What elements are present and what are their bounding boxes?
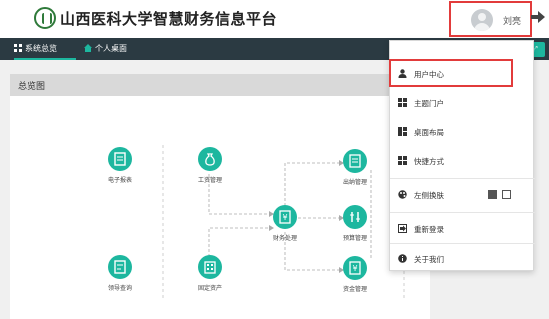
budget-icon [350,212,360,222]
tab-label: 系统总览 [25,44,57,53]
menu-item-desktop-layout[interactable]: 桌面布局 [390,118,535,146]
tab-system-overview[interactable]: 系统总览 [14,38,76,60]
node-label: 预算管理 [342,235,367,242]
node-leader-query[interactable]: 领导查询 [90,255,150,292]
node-label: 电子报表 [107,177,132,184]
asset-icon [204,261,216,274]
menu-item-left-skin[interactable]: 左侧换肤 [390,181,535,209]
node-label: 固定资产 [197,285,222,292]
cashier-icon [349,154,361,168]
grid-icon [14,44,22,52]
menu-item-about[interactable]: 关于我们 [390,245,535,273]
menu-item-theme-portal[interactable]: 主题门户 [390,89,535,117]
node-cashier[interactable]: 出纳管理 [325,149,385,186]
finance-icon: ¥ [279,210,291,224]
node-salary[interactable]: 工资管理 [180,147,240,184]
palette-icon [398,190,407,199]
node-label: 财务处理 [272,235,297,242]
site-title: 山西医科大学智慧财务信息平台 [60,10,278,28]
fund-icon: ¥ [349,261,361,275]
panel-title: 总览图 [18,82,46,92]
menu-divider [390,212,535,213]
dark-skin-swatch[interactable] [488,190,497,199]
user-name[interactable]: 刘亮 [503,14,521,27]
node-fixed-asset[interactable]: 固定资产 [180,255,240,292]
node-finance-processing[interactable]: ¥ 财务处理 [255,205,315,242]
light-skin-swatch[interactable] [502,190,511,199]
menu-item-label: 主题门户 [414,99,444,108]
layout-icon [398,127,407,136]
menu-item-label: 左侧换肤 [414,191,444,200]
salary-icon [205,153,215,166]
svg-text:¥: ¥ [282,213,287,222]
node-label: 领导查询 [107,285,132,292]
menu-item-label: 桌面布局 [414,128,444,137]
report-icon [114,152,126,166]
menu-divider [390,243,535,244]
node-label: 资金管理 [342,286,367,293]
header: 山西医科大学智慧财务信息平台 刘亮 [0,0,549,38]
svg-text:¥: ¥ [352,264,357,273]
menu-item-relogin[interactable]: 重新登录 [390,215,535,243]
node-budget[interactable]: 预算管理 [325,205,385,242]
node-fund[interactable]: ¥ 资金管理 [325,256,385,293]
info-icon [398,254,407,263]
menu-item-shortcut[interactable]: 快捷方式 [390,147,535,175]
shortcut-icon [398,156,407,165]
query-icon [114,260,126,274]
tab-label: 个人桌面 [95,44,127,53]
app-window: 山西医科大学智慧财务信息平台 刘亮 系统总览 个人桌面 全屏 ⤢ [0,0,549,319]
panel-header: 总览图 [10,74,430,96]
node-label: 出纳管理 [342,179,367,186]
node-label: 工资管理 [197,177,222,184]
logout-icon[interactable] [530,10,546,24]
menu-item-label: 快捷方式 [414,157,444,166]
user-center-highlight [389,59,513,87]
menu-divider [390,178,535,179]
relogin-icon [398,224,407,233]
user-menu-toggle[interactable]: 刘亮 [449,1,532,37]
node-e-report[interactable]: 电子报表 [90,147,150,184]
menu-item-label: 重新登录 [414,225,444,234]
tab-personal-desktop[interactable]: 个人桌面 [84,38,144,60]
menu-item-label: 关于我们 [414,255,444,264]
university-logo [34,7,56,29]
home-icon [84,44,92,52]
theme-icon [398,98,407,107]
avatar[interactable] [471,9,493,31]
